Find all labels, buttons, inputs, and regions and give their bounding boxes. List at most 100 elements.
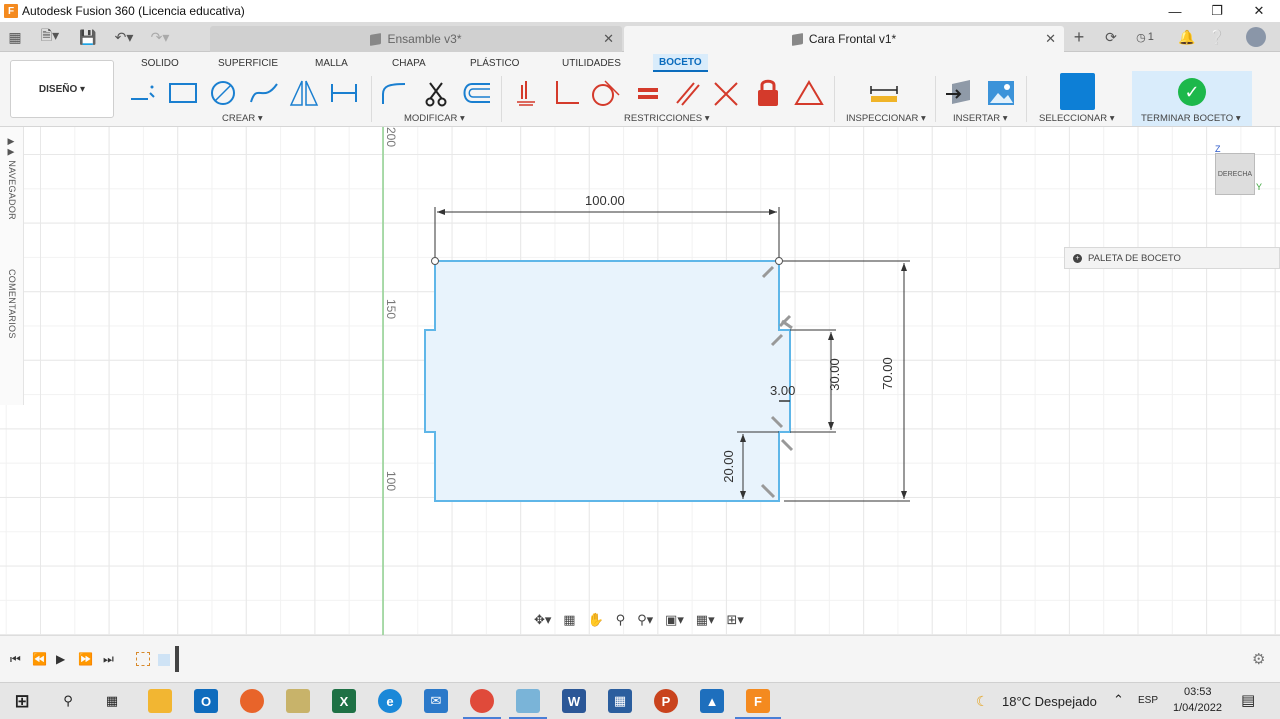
autodesk-app-icon[interactable]: ▲ (700, 689, 724, 713)
group-insertar[interactable]: INSERTAR ▾ (953, 113, 1008, 124)
tab-boceto[interactable]: BOCETO (653, 54, 708, 72)
sketch-geometry[interactable] (0, 127, 1280, 635)
sketch-canvas[interactable]: 200 150 100 100.00 70.00 30.00 3.00 20.0… (0, 127, 1280, 635)
weather-text[interactable]: 18°C Despejado (1002, 694, 1097, 709)
measure-ruler-icon[interactable] (868, 78, 900, 108)
file-menu-icon[interactable]: 🗎▾ (36, 27, 64, 47)
undo-icon[interactable]: ↶▾ (110, 27, 138, 47)
tray-expand-icon[interactable]: ⌃ (1113, 692, 1124, 708)
group-crear[interactable]: CREAR ▾ (222, 113, 263, 124)
zoom-icon[interactable]: ⚲ (616, 612, 626, 628)
palette-expand-icon[interactable]: + (1073, 253, 1082, 263)
notification-center-icon[interactable]: ▤ (1241, 691, 1255, 709)
firefox-icon[interactable] (240, 689, 264, 713)
new-tab-icon[interactable]: + (1068, 26, 1090, 48)
search-icon[interactable]: ⚲ (56, 689, 80, 713)
mail-icon[interactable]: ✉ (424, 689, 448, 713)
tab-malla[interactable]: MALLA (315, 54, 348, 72)
sketch-point[interactable] (431, 257, 439, 265)
calculator-icon[interactable]: ▦ (608, 689, 632, 713)
dimension-notch-depth[interactable]: 3.00 (770, 383, 795, 398)
sketch-point[interactable] (775, 257, 783, 265)
display-settings-icon[interactable]: ▣▾ (665, 612, 684, 628)
file-explorer-icon[interactable] (148, 689, 172, 713)
timeline-play-icon[interactable]: ▶ (56, 652, 65, 666)
offset-tool-icon[interactable] (460, 78, 492, 108)
grid-settings-icon[interactable]: ▦▾ (696, 612, 715, 628)
help-icon[interactable]: ❔ (1206, 26, 1228, 48)
chrome-icon[interactable] (470, 689, 494, 713)
restore-button[interactable]: ❐ (1196, 0, 1238, 22)
mirror-tool-icon[interactable] (288, 78, 320, 108)
fillet-tool-icon[interactable] (378, 78, 410, 108)
notifications-icon[interactable]: 🔔 (1176, 26, 1198, 48)
group-restricciones[interactable]: RESTRICCIONES ▾ (624, 113, 710, 124)
equal-constraint-icon[interactable] (632, 78, 664, 108)
powerpoint-icon[interactable]: P (654, 689, 678, 713)
checkmark-icon[interactable]: ✓ (1178, 78, 1206, 106)
excel-icon[interactable]: X (332, 689, 356, 713)
insert-derive-icon[interactable] (944, 78, 976, 108)
dimension-tool-icon[interactable] (328, 78, 360, 108)
timeline-settings-gear-icon[interactable]: ⚙ (1252, 650, 1265, 668)
dimension-notch-height[interactable]: 30.00 (827, 358, 842, 391)
input-language[interactable]: ESP (1138, 695, 1158, 706)
symmetry-triangle-icon[interactable] (793, 78, 825, 108)
tab-utilidades[interactable]: UTILIDADES (562, 54, 621, 72)
group-modificar[interactable]: MODIFICAR ▾ (404, 113, 465, 124)
circle-tool-icon[interactable] (207, 78, 239, 108)
viewcube[interactable]: DERECHA (1215, 153, 1255, 195)
perpendicular-constraint-icon[interactable] (710, 78, 742, 108)
close-tab-icon[interactable]: ✕ (603, 31, 614, 47)
line-tool-icon[interactable] (127, 78, 159, 108)
tab-solido[interactable]: SOLIDO (141, 54, 179, 72)
tab-ensamble[interactable]: Ensamble v3* ✕ (210, 26, 622, 52)
tangent-constraint-icon[interactable] (589, 78, 621, 108)
fix-lock-icon[interactable] (752, 78, 784, 108)
close-tab-icon[interactable]: ✕ (1045, 31, 1056, 47)
workspace-selector[interactable]: DISEÑO ▾ (10, 60, 114, 118)
trim-tool-icon[interactable] (420, 78, 452, 108)
group-terminar-boceto[interactable]: TERMINAR BOCETO ▾ (1141, 113, 1241, 124)
app-icon[interactable] (286, 689, 310, 713)
look-at-icon[interactable]: ▦ (563, 612, 575, 628)
minimize-button[interactable]: — (1154, 0, 1196, 22)
pan-hand-icon[interactable]: ✋ (588, 612, 604, 628)
fusion-taskbar-icon[interactable]: F (746, 689, 770, 713)
orbit-icon[interactable]: ✥▾ (534, 612, 551, 628)
close-button[interactable]: ✕ (1238, 0, 1280, 22)
user-avatar[interactable] (1244, 26, 1268, 48)
select-tool-icon[interactable] (1060, 73, 1095, 110)
tab-plastico[interactable]: PLÁSTICO (470, 54, 519, 72)
save-icon[interactable]: 💾 (78, 27, 98, 47)
viewports-icon[interactable]: ⊞▾ (727, 612, 744, 628)
job-status-icon[interactable]: ◷ 1 (1130, 26, 1160, 48)
redo-icon[interactable]: ↷▾ (146, 27, 174, 47)
comments-panel-toggle[interactable]: COMENTARIOS (7, 269, 17, 339)
timeline-sketch-feature-icon[interactable] (136, 652, 150, 666)
windows-start-icon[interactable]: ⊞ (10, 689, 34, 713)
timeline-component-icon[interactable] (158, 654, 170, 666)
rectangle-tool-icon[interactable] (167, 78, 199, 108)
coincident-constraint-icon[interactable] (550, 78, 582, 108)
timeline-last-icon[interactable]: ⏭ (103, 652, 114, 667)
dimension-bottom-offset[interactable]: 20.00 (721, 450, 736, 483)
tab-superficie[interactable]: SUPERFICIE (218, 54, 278, 72)
spline-tool-icon[interactable] (248, 78, 280, 108)
dimension-width[interactable]: 100.00 (585, 193, 625, 208)
timeline-first-icon[interactable]: ⏮ (10, 652, 21, 667)
app-icon[interactable] (516, 689, 540, 713)
tab-chapa[interactable]: CHAPA (392, 54, 426, 72)
timeline-prev-icon[interactable]: ⏪ (32, 652, 47, 666)
navigator-panel-toggle[interactable]: ▶▶ NAVEGADOR (7, 137, 17, 220)
clock-date[interactable]: 1/04/2022 (1173, 702, 1222, 714)
tab-cara-frontal[interactable]: Cara Frontal v1* ✕ (624, 26, 1064, 52)
insert-image-icon[interactable] (985, 78, 1017, 108)
grid-menu-icon[interactable]: ▦ (6, 27, 24, 47)
extensions-icon[interactable]: ⟳ (1100, 26, 1122, 48)
horizontal-vertical-constraint-icon[interactable] (510, 78, 542, 108)
word-icon[interactable]: W (562, 689, 586, 713)
edge-icon[interactable]: e (378, 689, 402, 713)
group-inspeccionar[interactable]: INSPECCIONAR ▾ (846, 113, 926, 124)
sketch-palette[interactable]: + PALETA DE BOCETO (1064, 247, 1280, 269)
